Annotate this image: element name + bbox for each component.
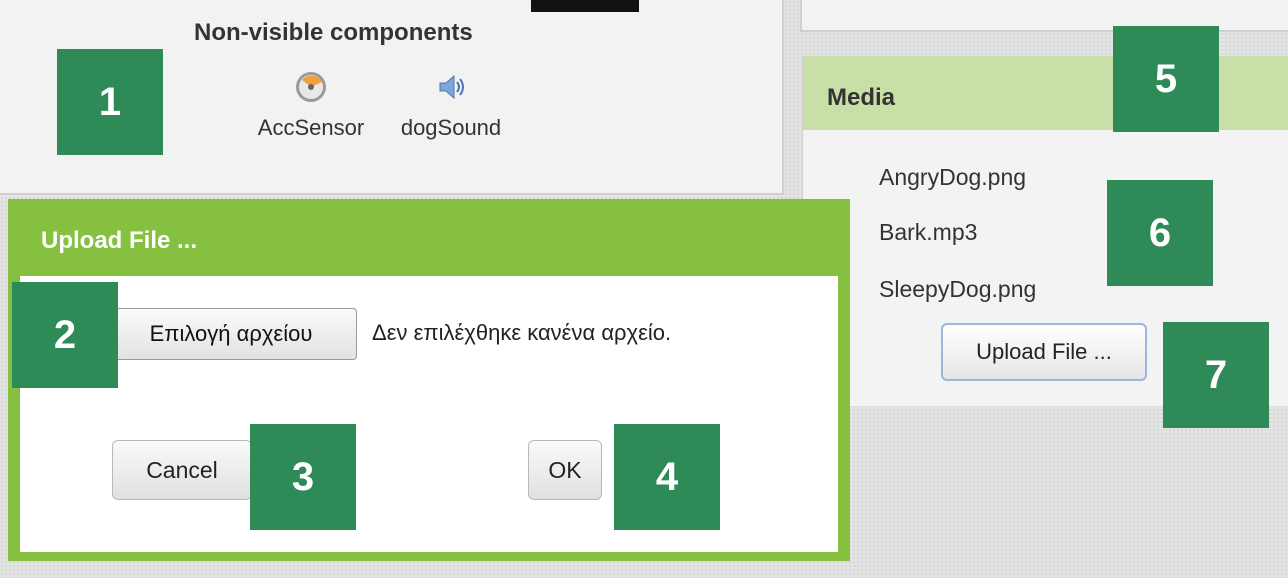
no-file-chosen-text: Δεν επιλέχθηκε κανένα αρχείο. xyxy=(372,320,672,345)
media-file-item[interactable]: AngryDog.png xyxy=(879,164,1026,191)
component-dogsound[interactable]: dogSound xyxy=(386,70,516,141)
callout-badge-4: 4 xyxy=(614,424,720,530)
top-divider-bar xyxy=(531,0,639,12)
media-file-item[interactable]: SleepyDog.png xyxy=(879,276,1036,303)
callout-badge-2: 2 xyxy=(12,282,118,388)
upload-file-dialog: Upload File ... Επιλογή αρχείου Δεν επιλ… xyxy=(8,199,850,561)
media-file-item[interactable]: Bark.mp3 xyxy=(879,219,977,246)
accelerometer-sensor-icon xyxy=(296,72,326,102)
speaker-sound-icon xyxy=(439,74,464,100)
callout-badge-7: 7 xyxy=(1163,322,1269,428)
media-title: Media xyxy=(827,84,896,111)
component-label: dogSound xyxy=(400,115,502,140)
component-label: AccSensor xyxy=(257,115,365,140)
choose-file-button[interactable]: Επιλογή αρχείου xyxy=(105,308,357,360)
dialog-title: Upload File ... xyxy=(41,227,198,254)
ok-button[interactable]: OK xyxy=(528,440,602,500)
upload-file-button[interactable]: Upload File ... xyxy=(941,323,1147,381)
nonvisible-components-title: Non-visible components xyxy=(194,19,473,46)
cancel-button[interactable]: Cancel xyxy=(112,440,252,500)
component-accsensor[interactable]: AccSensor xyxy=(236,70,386,141)
callout-badge-5: 5 xyxy=(1113,26,1219,132)
callout-badge-6: 6 xyxy=(1107,180,1213,286)
callout-badge-3: 3 xyxy=(250,424,356,530)
callout-badge-1: 1 xyxy=(57,49,163,155)
